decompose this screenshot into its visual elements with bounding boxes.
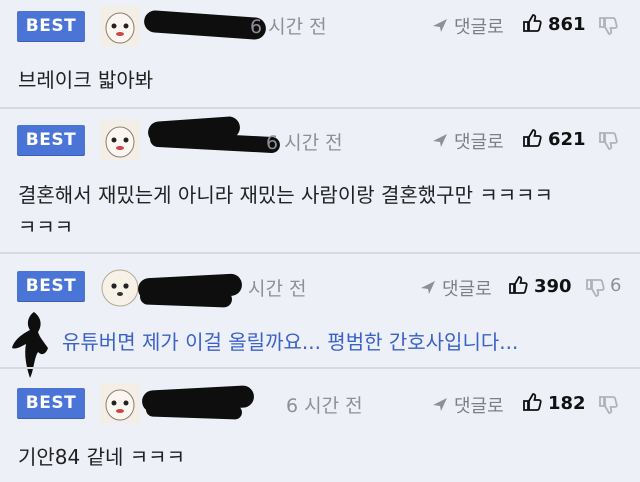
comment-text: 브레이크 밟아봐 [18,68,154,92]
reply-label: 댓글로 [454,132,504,153]
user-avatar[interactable] [100,6,140,46]
thumbs-down-icon[interactable] [598,395,618,415]
thumbs-up-icon [523,393,542,411]
comment-text: 결혼해서 재밌는게 아니라 재밌는 사람이랑 결혼했구만 ㅋㅋㅋㅋ ㅋㅋㅋ [18,179,553,243]
nickname-redaction [149,130,281,154]
like-button[interactable]: 182 [522,392,586,414]
best-badge: BEST [17,11,85,41]
redaction-scribble [12,312,48,378]
thumbs-down-icon[interactable] [598,16,618,36]
comment-text-line: 결혼해서 재밌는게 아니라 재밌는 사람이랑 결혼했구만 ㅋㅋㅋㅋ [18,183,553,207]
nickname-redaction [143,9,267,41]
comment-text: 기안84 같네 ㅋㅋㅋ [18,445,185,469]
reply-button[interactable]: 댓글로 [432,392,504,418]
best-badge: BEST [17,125,85,155]
user-avatar[interactable] [100,383,140,423]
like-button[interactable]: 861 [522,13,586,35]
like-button[interactable]: 390 [508,275,572,297]
comment-text[interactable]: 유튜버면 제가 이걸 올릴까요... 평범한 간호사입니다... [62,326,518,358]
comment-divider [0,107,640,109]
comment-time: 6 시간 전 [266,132,343,154]
reply-label: 댓글로 [442,279,492,300]
comment-time: 6 시간 전 [286,395,363,417]
thumbs-down-icon[interactable] [585,278,605,298]
like-button[interactable]: 621 [522,128,586,150]
dislike-count: 6 [610,275,622,296]
like-count: 390 [534,276,572,297]
best-badge: BEST [17,388,85,418]
thumbs-up-icon [509,276,528,294]
reply-button[interactable]: 댓글로 [432,128,504,154]
thumbs-up-icon [523,129,542,147]
comment-text-line: ㅋㅋㅋ [18,215,74,239]
reply-label: 댓글로 [454,396,504,417]
reply-arrow-icon [433,398,447,411]
reply-arrow-icon [433,134,447,147]
user-avatar[interactable] [100,268,140,308]
reply-arrow-icon [433,19,447,32]
best-badge: BEST [17,271,85,301]
nickname-redaction [139,288,233,308]
like-count: 182 [548,393,586,414]
comment-time: 시간 전 [248,278,307,300]
thumbs-up-icon [523,14,542,32]
reply-button[interactable]: 댓글로 [420,275,492,301]
reply-label: 댓글로 [454,17,504,38]
like-count: 621 [548,129,586,150]
like-count: 861 [548,14,586,35]
comment-time: 6 시간 전 [250,16,327,38]
reply-arrow-icon [421,281,435,294]
comment-divider [0,367,640,369]
user-avatar[interactable] [100,120,140,160]
thumbs-down-icon[interactable] [598,131,618,151]
nickname-redaction [145,402,243,420]
reply-button[interactable]: 댓글로 [432,13,504,39]
comment-divider [0,252,640,254]
